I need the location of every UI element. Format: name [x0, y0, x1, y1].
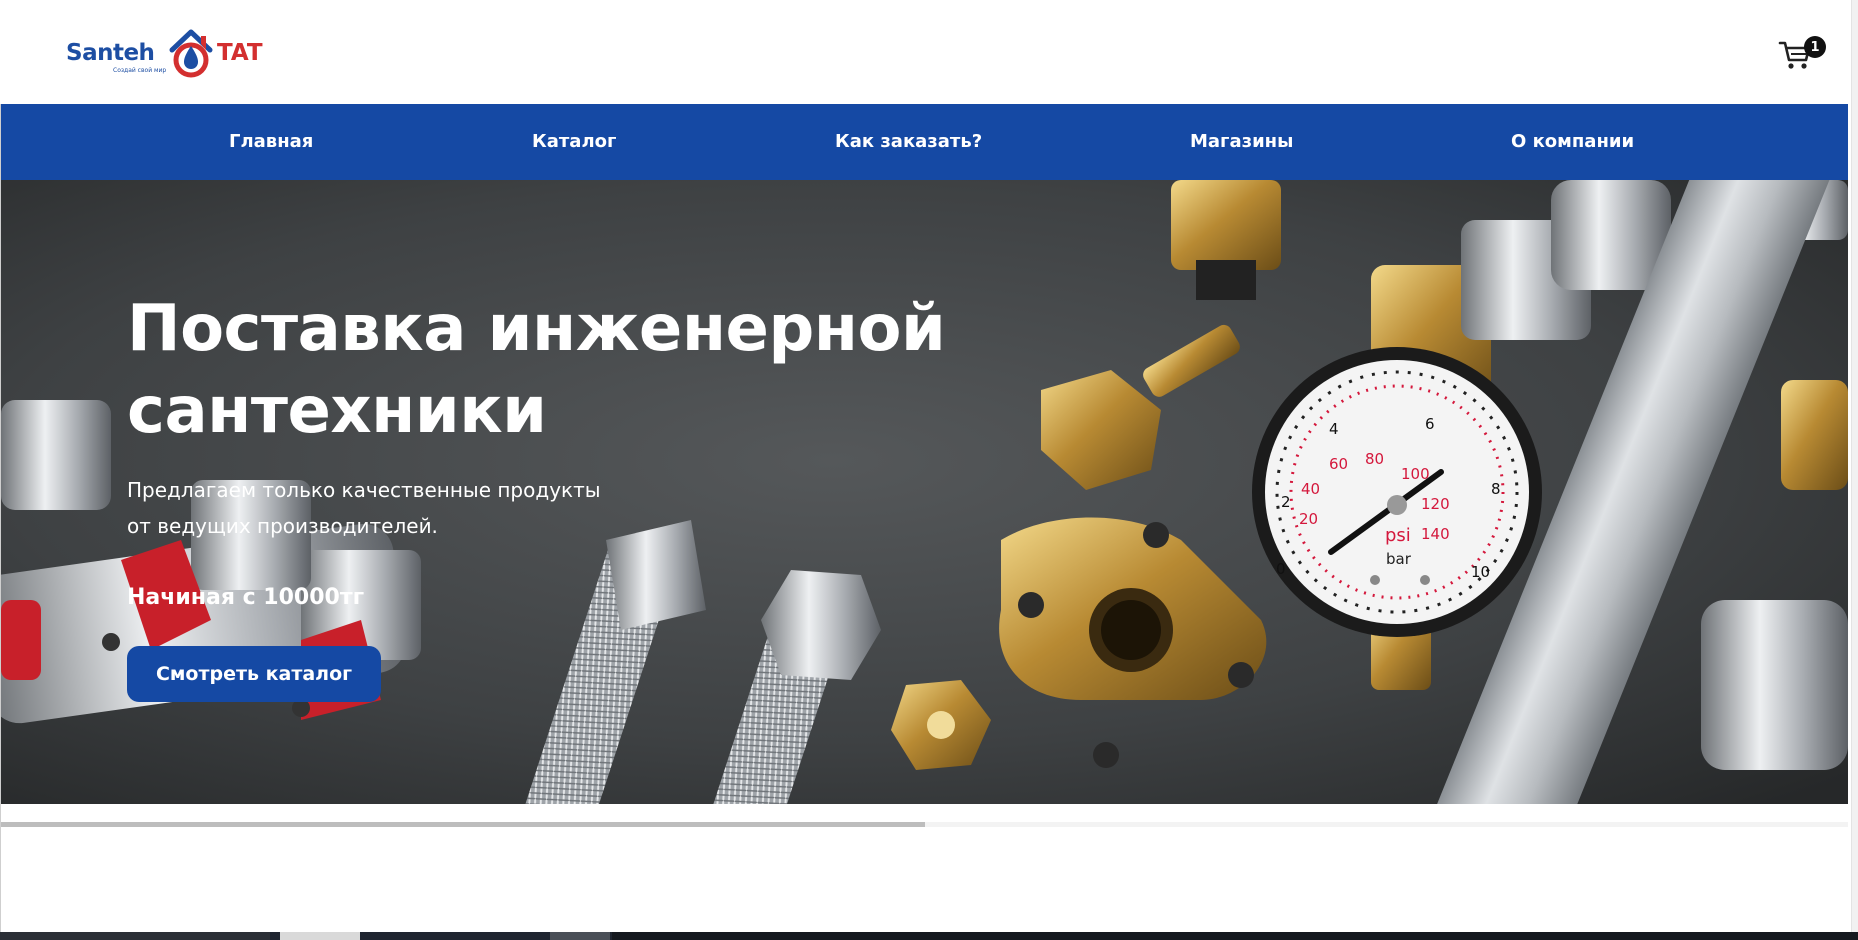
view-catalog-button[interactable]: Смотреть каталог — [127, 646, 381, 702]
slider-progress-fill — [1, 822, 925, 827]
logo-tagline: Создай свой мир — [113, 67, 167, 74]
nav-item-home[interactable]: Главная — [229, 104, 313, 180]
logo[interactable]: Santeh TAT Создай свой мир — [66, 28, 276, 80]
hero-subtitle: Предлагаем только качественные продукты … — [127, 472, 687, 544]
hero-subtitle-line: Предлагаем только качественные продукты — [127, 478, 601, 502]
hero-subtitle-line: от ведущих производителей. — [127, 514, 438, 538]
hero-banner: 20 40 60 80 100 120 140 psi bar 0 2 4 6 … — [1, 180, 1848, 804]
hero-title-line: Поставка инженерной — [127, 292, 946, 366]
hero-title: Поставка инженерной сантехники — [127, 288, 947, 452]
hero-title-line: сантехники — [127, 374, 547, 448]
logo-text-tat: TAT — [217, 40, 263, 66]
cart-button[interactable]: 1 — [1778, 36, 1826, 72]
main-nav: Главная Каталог Как заказать? Магазины О… — [1, 104, 1848, 180]
nav-item-about[interactable]: О компании — [1511, 104, 1634, 180]
cart-count-badge: 1 — [1804, 36, 1826, 58]
nav-item-stores[interactable]: Магазины — [1190, 104, 1293, 180]
logo-text-santeh: Santeh — [66, 40, 155, 66]
nav-item-catalog[interactable]: Каталог — [532, 104, 616, 180]
hero-price: Начиная с 10000тг — [127, 585, 365, 610]
bottom-bar — [0, 932, 1858, 940]
site-header: Santeh TAT Создай свой мир 1 — [0, 0, 1848, 104]
scrollbar[interactable] — [1851, 0, 1858, 940]
slider-progress-track[interactable] — [1, 822, 1848, 827]
house-drop-icon — [169, 29, 213, 78]
nav-item-how-to-order[interactable]: Как заказать? — [835, 104, 982, 180]
